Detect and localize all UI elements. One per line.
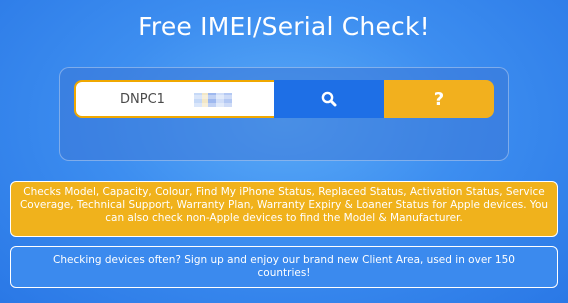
imei-serial-input[interactable] bbox=[76, 82, 274, 116]
signup-text: Checking devices often? Sign up and enjo… bbox=[53, 254, 515, 279]
features-info-text: Checks Model, Capacity, Colour, Find My … bbox=[19, 186, 549, 224]
page-title: Free IMEI/Serial Check! bbox=[138, 12, 430, 41]
signup-banner[interactable]: Checking devices often? Sign up and enjo… bbox=[10, 246, 558, 288]
help-button[interactable]: ? bbox=[384, 80, 494, 118]
search-icon bbox=[321, 91, 337, 107]
features-info-box: Checks Model, Capacity, Colour, Find My … bbox=[10, 181, 558, 237]
redacted-text bbox=[194, 93, 232, 107]
search-bar: ? bbox=[74, 80, 494, 118]
search-button[interactable] bbox=[274, 80, 384, 118]
imei-input-wrapper bbox=[74, 80, 274, 118]
